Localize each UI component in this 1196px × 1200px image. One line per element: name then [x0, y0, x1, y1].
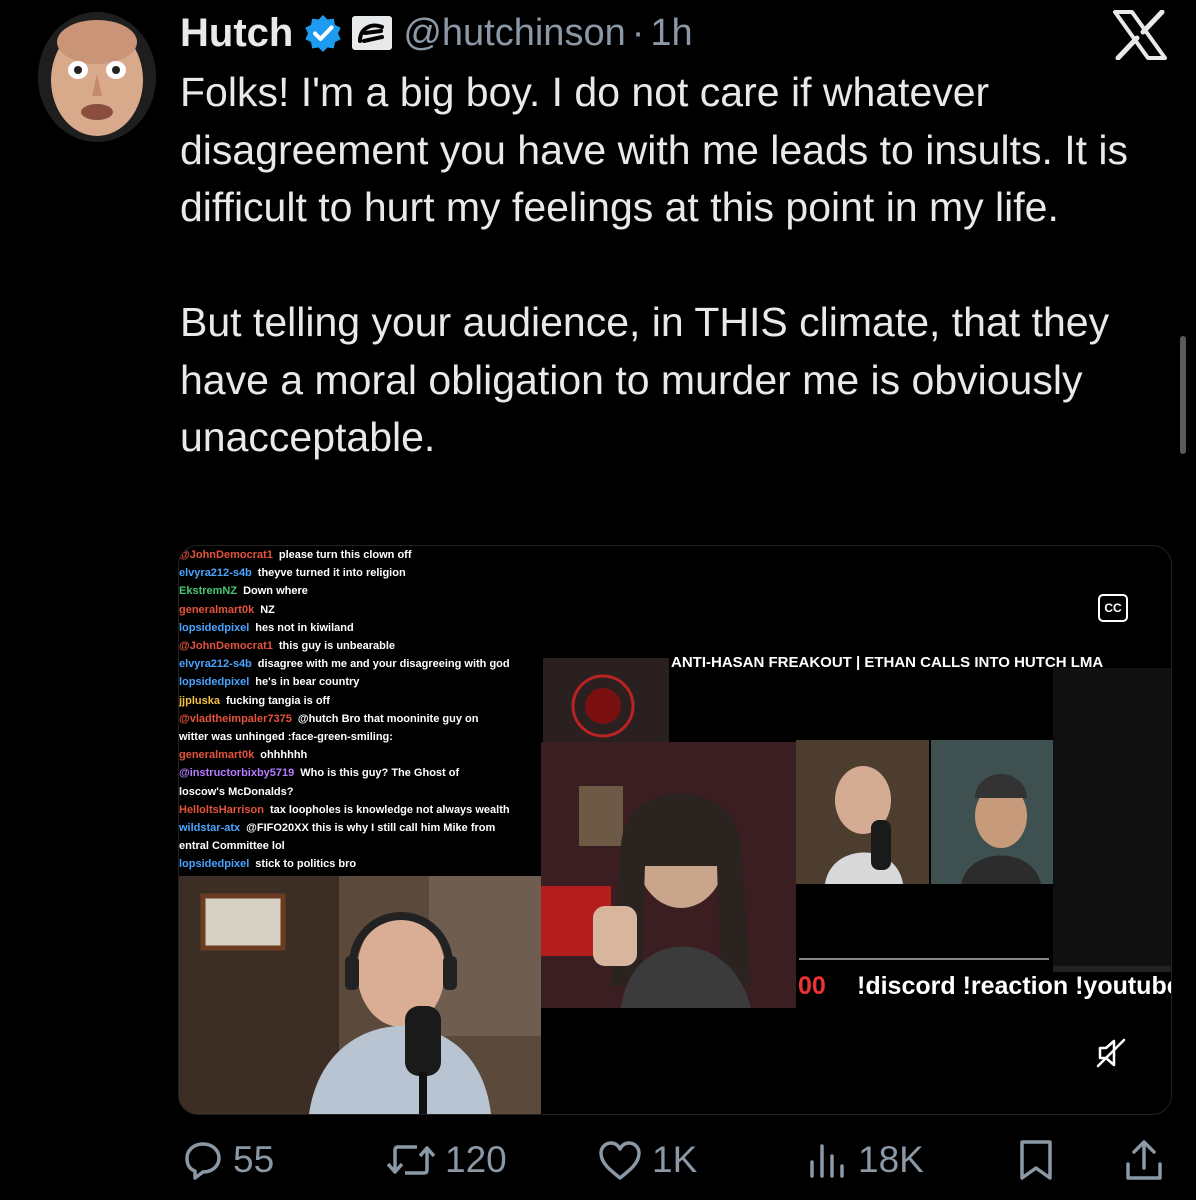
- chat-username: @JohnDemocrat1: [179, 640, 273, 652]
- reply-icon: [185, 1142, 221, 1180]
- chat-message: generalmart0k NZ: [179, 604, 275, 616]
- chat-message: lopsidedpixel stick to politics bro: [179, 858, 356, 870]
- author-name[interactable]: Hutch: [180, 11, 293, 56]
- chat-message: elvyra212-s4b disagree with me and your d…: [179, 658, 510, 670]
- stream-commands: !discord !reaction !youtube: [857, 972, 1172, 1000]
- chat-message: EkstremNZ Down where: [179, 585, 308, 597]
- bookmark-icon: [1020, 1140, 1052, 1180]
- chat-username: lopsidedpixel: [179, 621, 250, 634]
- stream-chat-overlay: @JohnDemocrat1 please turn this clown off…: [179, 546, 541, 876]
- chat-text: fucking tangia is off: [225, 694, 330, 707]
- repost-icon: [386, 1145, 436, 1175]
- dot-separator: ·: [631, 11, 645, 54]
- views-button[interactable]: 18K: [806, 1138, 924, 1182]
- views-count: 18K: [858, 1139, 924, 1180]
- stream-title-banner: ANTI-HASAN FREAKOUT | ETHAN CALLS INTO H…: [671, 654, 1104, 671]
- chat-username: @instructorbixby5719: [179, 767, 295, 780]
- share-button[interactable]: [1122, 1138, 1166, 1182]
- timestamp[interactable]: 1h: [650, 12, 692, 55]
- chat-username: elvyra212-s4b: [179, 658, 252, 671]
- chat-text: ohhhhhh: [260, 749, 308, 762]
- chat-username: jjpluska: [179, 694, 220, 707]
- chat-username: @vladtheimpaler7375: [179, 712, 292, 725]
- chat-message: lopsidedpixel hes not in kiwiland: [179, 622, 354, 634]
- chat-message: witter was unhinged :face-green-smiling:: [179, 731, 393, 743]
- chat-message: wildstar-atx @FIFO20XX this is why I stil…: [179, 822, 495, 834]
- tweet-header: Hutch @hutchinson · 1h: [180, 8, 693, 58]
- like-button[interactable]: 1K: [596, 1138, 697, 1182]
- chat-message: @JohnDemocrat1 this guy is unbearable: [179, 640, 395, 652]
- chat-username: elvyra212-s4b: [179, 567, 252, 580]
- chat-text: theyve turned it into religion: [257, 567, 406, 580]
- chat-message: elvyra212-s4b theyve turned it into relig…: [179, 567, 406, 579]
- x-logo-icon[interactable]: [1112, 10, 1168, 60]
- chat-text: he's in bear country: [255, 676, 360, 689]
- video-player[interactable]: @JohnDemocrat1 please turn this clown off…: [178, 545, 1172, 1115]
- chat-text: NZ: [260, 603, 275, 616]
- chat-text: Down where: [243, 585, 308, 598]
- chat-text: @FIFO20XX this is why I still call him M…: [246, 822, 496, 834]
- chat-text: stick to politics bro: [255, 858, 357, 871]
- chat-username: @JohnDemocrat1: [179, 549, 273, 561]
- mute-icon[interactable]: [1094, 1036, 1128, 1070]
- chat-text: disagree with me and your disagreeing wi…: [257, 658, 510, 671]
- avatar[interactable]: [38, 12, 156, 142]
- chat-message: @JohnDemocrat1 please turn this clown off: [179, 549, 412, 561]
- chat-message: entral Committee lol: [179, 840, 285, 852]
- chat-text: this guy is unbearable: [278, 640, 396, 652]
- chat-message: lopsidedpixel he's in bear country: [179, 676, 359, 688]
- chat-text: please turn this clown off: [278, 549, 412, 561]
- chat-text: entral Committee lol: [179, 840, 285, 853]
- repost-count: 120: [445, 1139, 507, 1180]
- reply-count: 55: [233, 1139, 275, 1180]
- reply-button[interactable]: 55: [181, 1138, 274, 1182]
- verified-badge-icon[interactable]: [303, 13, 343, 53]
- bookmark-button[interactable]: [1016, 1138, 1056, 1182]
- scrollbar[interactable]: [1180, 336, 1186, 454]
- chat-text: @hutch Bro that mooninite guy on: [297, 712, 479, 725]
- chat-message: loscow's McDonalds?: [179, 786, 293, 798]
- chat-username: HelloltsHarrison: [179, 803, 264, 816]
- tweet-paragraph-2: But telling your audience, in THIS clima…: [180, 299, 1110, 460]
- chat-username: generalmart0k: [179, 603, 255, 616]
- chat-text: hes not in kiwiland: [255, 621, 354, 634]
- share-icon: [1126, 1140, 1162, 1180]
- chat-username: lopsidedpixel: [179, 676, 250, 689]
- tweet-text: Folks! I'm a big boy. I do not care if w…: [180, 64, 1180, 467]
- chat-username: lopsidedpixel: [179, 858, 250, 871]
- host-camera-feed: [179, 876, 541, 1114]
- heart-icon: [599, 1141, 641, 1180]
- affiliate-logo-icon[interactable]: [351, 15, 393, 51]
- chat-text: loscow's McDonalds?: [179, 785, 294, 798]
- stream-layout: ANTI-HASAN FREAKOUT | ETHAN CALLS INTO H…: [541, 546, 1171, 1114]
- chat-message: jjpluska fucking tangia is off: [179, 695, 330, 707]
- repost-button[interactable]: 120: [385, 1138, 507, 1182]
- tweet-paragraph-1: Folks! I'm a big boy. I do not care if w…: [180, 69, 1129, 230]
- author-handle[interactable]: @hutchinson: [403, 12, 625, 55]
- like-count: 1K: [652, 1139, 698, 1180]
- chat-message: @vladtheimpaler7375 @hutch Bro that mooni…: [179, 713, 478, 725]
- chat-username: generalmart0k: [179, 749, 255, 762]
- chat-message: HelloltsHarrison tax loopholes is knowled…: [179, 804, 510, 816]
- commands-prefix: 00: [798, 972, 826, 1000]
- chat-text: tax loopholes is knowledge not always we…: [269, 803, 510, 816]
- chat-message: @instructorbixby5719 Who is this guy? The…: [179, 767, 459, 779]
- captions-button[interactable]: CC: [1098, 594, 1128, 622]
- chat-text: witter was unhinged :face-green-smiling:: [179, 731, 393, 743]
- views-icon: [810, 1144, 844, 1178]
- tweet-actions: 55 120 1K 18K: [0, 1132, 1196, 1192]
- chat-text: Who is this guy? The Ghost of: [300, 767, 460, 780]
- chat-username: EkstremNZ: [179, 585, 238, 598]
- chat-username: wildstar-atx: [179, 822, 241, 834]
- chat-message: generalmart0k ohhhhhh: [179, 749, 307, 761]
